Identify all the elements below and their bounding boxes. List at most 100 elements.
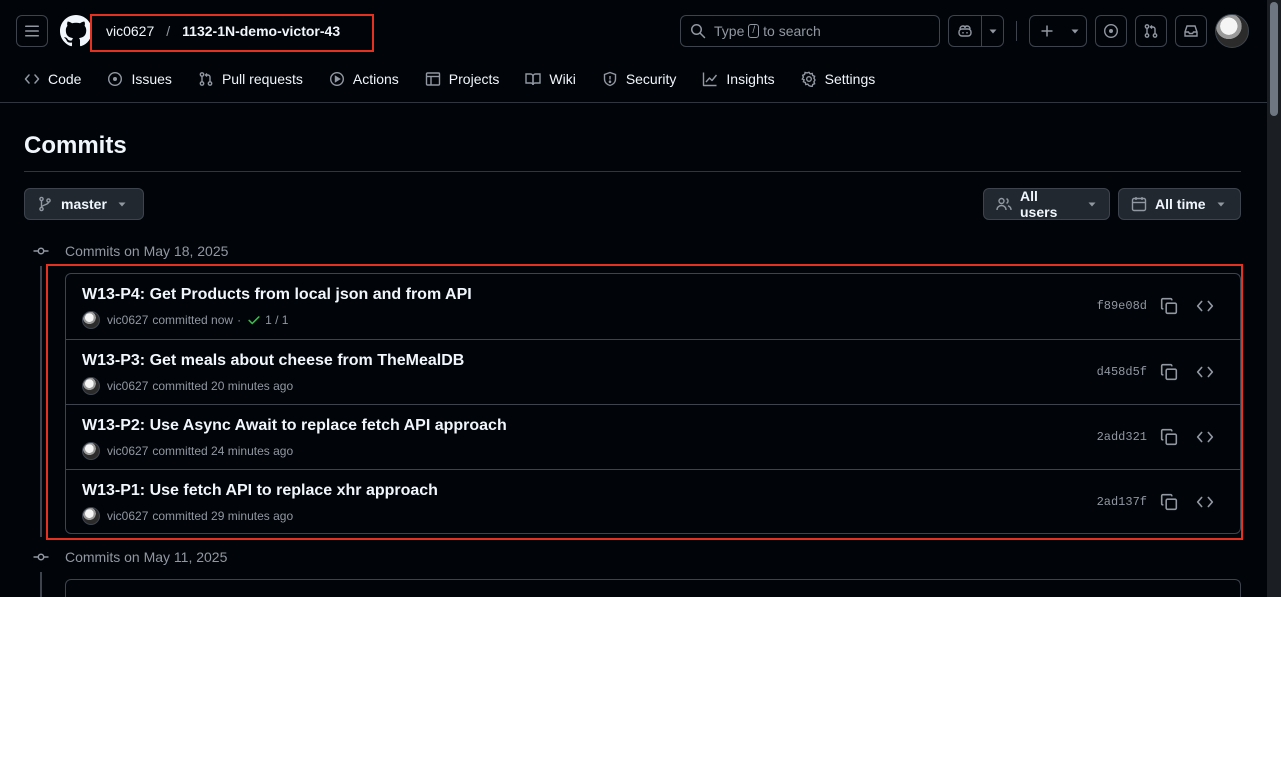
tab-actions[interactable]: Actions: [329, 71, 399, 87]
triangle-down-icon: [1217, 202, 1225, 207]
time-filter-button[interactable]: All time: [1118, 188, 1241, 220]
commit-message-link[interactable]: W13-P3: Get meals about cheese from TheM…: [82, 352, 464, 370]
gear-icon: [800, 71, 816, 87]
commit-list: [65, 579, 1241, 597]
commit-meta: vic0627 committed 29 minutes ago: [82, 507, 293, 525]
play-icon: [329, 71, 344, 87]
search-suffix-text: to search: [763, 23, 821, 39]
breadcrumb-repo-link[interactable]: 1132-1N-demo-victor-43: [182, 22, 340, 40]
page-title: Commits: [24, 132, 127, 159]
user-avatar[interactable]: [1215, 14, 1249, 48]
copy-icon[interactable]: [1160, 297, 1178, 315]
tab-label: Settings: [824, 71, 876, 87]
commit-author-link[interactable]: vic0627: [107, 313, 148, 327]
breadcrumb-owner-link[interactable]: vic0627: [106, 22, 154, 40]
triangle-down-icon: [989, 29, 996, 34]
repo-nav: Code Issues Pull requests Actions Projec…: [24, 68, 901, 90]
create-dropdown[interactable]: [1064, 16, 1086, 46]
commit-message-link[interactable]: W13-P1: Use fetch API to replace xhr app…: [82, 482, 438, 500]
time-filter-label: All time: [1155, 196, 1206, 212]
tab-label: Code: [48, 71, 82, 87]
copilot-menu-button[interactable]: [948, 15, 1004, 47]
shield-icon: [603, 71, 617, 87]
users-filter-button[interactable]: All users: [983, 188, 1110, 220]
timeline-line: [40, 266, 42, 537]
commit-sha-link[interactable]: f89e08d: [1097, 299, 1147, 313]
avatar[interactable]: [82, 377, 100, 395]
copy-icon[interactable]: [1160, 493, 1178, 511]
branch-name: master: [61, 196, 107, 212]
timeline-line: [40, 572, 42, 597]
code-icon[interactable]: [1196, 297, 1214, 315]
commit-sha-link[interactable]: 2ad137f: [1097, 495, 1147, 509]
header-divider: [1016, 21, 1017, 41]
tab-settings[interactable]: Settings: [800, 71, 876, 87]
avatar[interactable]: [82, 507, 100, 525]
avatar[interactable]: [82, 311, 100, 329]
commit-message-link[interactable]: W13-P4: Get Products from local json and…: [82, 286, 472, 304]
graph-icon: [703, 72, 718, 87]
hamburger-menu-button[interactable]: [16, 15, 48, 47]
commit-group-date: Commits on May 18, 2025: [65, 243, 229, 259]
tab-label: Security: [625, 71, 677, 87]
code-icon[interactable]: [1196, 428, 1214, 446]
table-icon: [425, 72, 440, 86]
tab-code[interactable]: Code: [24, 71, 81, 87]
tab-label: Insights: [726, 71, 775, 87]
tab-security[interactable]: Security: [602, 71, 677, 87]
pull-requests-button[interactable]: [1135, 15, 1167, 47]
commit-meta: vic0627 committed now · 1 / 1: [82, 311, 288, 329]
scrollbar[interactable]: [1267, 0, 1281, 597]
inbox-button[interactable]: [1175, 15, 1207, 47]
commit-message-link[interactable]: W13-P2: Use Async Await to replace fetch…: [82, 417, 507, 435]
copy-icon[interactable]: [1160, 363, 1178, 381]
tab-projects[interactable]: Projects: [425, 71, 500, 87]
commit-author-link[interactable]: vic0627: [107, 379, 148, 393]
tab-label: Issues: [131, 71, 172, 87]
commit-time: committed 24 minutes ago: [152, 444, 294, 458]
commit-row: W13-P3: Get meals about cheese from TheM…: [66, 339, 1240, 404]
copilot-button[interactable]: [949, 16, 981, 46]
create-new-button[interactable]: [1029, 15, 1087, 47]
avatar[interactable]: [82, 442, 100, 460]
plus-button[interactable]: [1030, 16, 1064, 46]
git-pull-request-icon: [1144, 24, 1158, 38]
search-shortcut-key: /: [748, 24, 760, 38]
issues-button[interactable]: [1095, 15, 1127, 47]
github-commits-page: vic0627 / 1132-1N-demo-victor-43 Type / …: [0, 0, 1281, 597]
tab-pull-requests[interactable]: Pull requests: [198, 71, 303, 87]
commit-time: committed 20 minutes ago: [152, 379, 294, 393]
commit-author-link[interactable]: vic0627: [107, 444, 148, 458]
commit-row: W13-P2: Use Async Await to replace fetch…: [66, 404, 1240, 469]
tab-label: Pull requests: [221, 71, 303, 87]
issue-opened-icon: [108, 71, 123, 87]
inbox-icon: [1184, 25, 1198, 37]
copilot-dropdown[interactable]: [981, 16, 1003, 46]
commit-author-link[interactable]: vic0627: [107, 509, 148, 523]
code-icon[interactable]: [1196, 363, 1214, 381]
scrollbar-thumb[interactable]: [1270, 2, 1278, 116]
tab-insights[interactable]: Insights: [702, 71, 775, 87]
copy-icon[interactable]: [1160, 428, 1178, 446]
tab-wiki[interactable]: Wiki: [525, 71, 576, 87]
commit-sha-link[interactable]: 2add321: [1097, 430, 1147, 444]
code-icon[interactable]: [1196, 493, 1214, 511]
global-header: vic0627 / 1132-1N-demo-victor-43 Type / …: [0, 0, 1267, 103]
github-logo-icon[interactable]: [60, 15, 92, 47]
commit-row: W13-P4: Get Products from local json and…: [66, 274, 1240, 339]
commit-sha-link[interactable]: d458d5f: [1097, 365, 1147, 379]
search-input[interactable]: Type / to search: [680, 15, 940, 47]
tab-label: Projects: [448, 71, 500, 87]
search-prefix-text: Type: [714, 23, 745, 39]
checks-count: 1 / 1: [265, 313, 289, 327]
tab-issues[interactable]: Issues: [107, 71, 172, 87]
checks-status[interactable]: 1 / 1: [247, 313, 288, 327]
copilot-icon: [958, 25, 972, 37]
breadcrumb-separator: /: [166, 23, 171, 39]
branch-selector-button[interactable]: master: [24, 188, 144, 220]
commit-list: W13-P4: Get Products from local json and…: [65, 273, 1241, 534]
tab-label: Wiki: [549, 71, 576, 87]
check-icon: [248, 316, 260, 325]
commit-group-date: Commits on May 11, 2025: [65, 549, 228, 565]
issue-opened-icon: [1103, 23, 1119, 39]
